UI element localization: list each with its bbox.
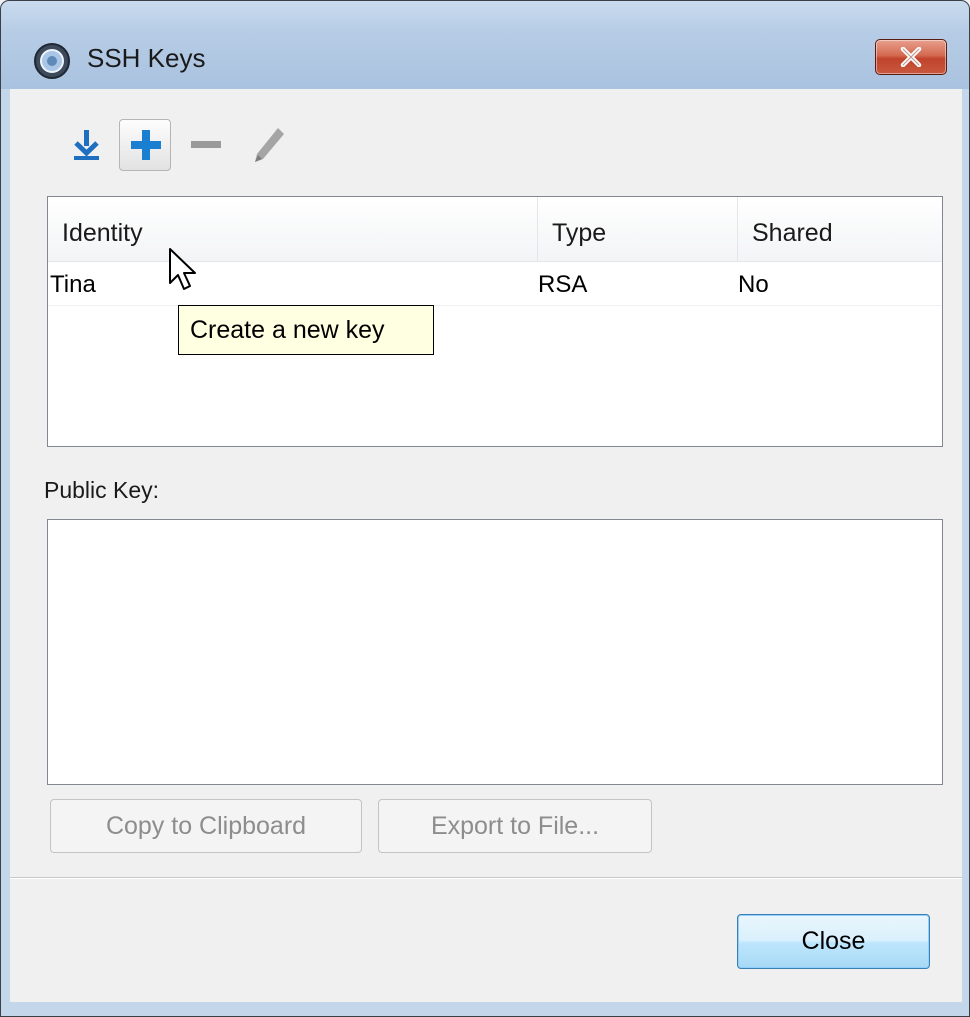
cell-type: RSA bbox=[538, 271, 588, 298]
close-icon bbox=[900, 47, 922, 67]
public-key-textarea[interactable] bbox=[47, 519, 943, 785]
dialog-client-area: Identity Type Shared Tina RSA No Public … bbox=[10, 89, 962, 1002]
public-key-label: Public Key: bbox=[44, 477, 160, 503]
tooltip: Create a new key bbox=[178, 305, 434, 355]
pencil-icon bbox=[255, 128, 284, 162]
plus-icon bbox=[131, 130, 161, 160]
remove-key-button[interactable] bbox=[180, 119, 232, 171]
window-close-button[interactable] bbox=[875, 39, 947, 75]
import-key-button[interactable] bbox=[60, 119, 112, 171]
ssh-keys-window: SSH Keys Identity Type Shared Tina RSA N… bbox=[0, 0, 970, 1017]
app-icon bbox=[33, 42, 71, 85]
download-icon bbox=[74, 130, 99, 160]
column-header-identity[interactable]: Identity bbox=[48, 197, 538, 261]
close-button[interactable]: Close bbox=[737, 914, 930, 969]
mouse-pointer-icon bbox=[168, 247, 202, 300]
copy-to-clipboard-button[interactable]: Copy to Clipboard bbox=[50, 799, 362, 853]
column-header-shared[interactable]: Shared bbox=[738, 197, 938, 261]
cell-identity: Tina bbox=[50, 271, 96, 298]
title-bar[interactable]: SSH Keys bbox=[1, 1, 969, 89]
divider-highlight bbox=[10, 878, 962, 879]
window-title: SSH Keys bbox=[87, 43, 206, 73]
add-key-button[interactable] bbox=[119, 119, 171, 171]
export-to-file-button[interactable]: Export to File... bbox=[378, 799, 652, 853]
column-header-type[interactable]: Type bbox=[538, 197, 738, 261]
cell-shared: No bbox=[738, 271, 769, 298]
minus-icon bbox=[191, 141, 221, 148]
edit-key-button[interactable] bbox=[242, 119, 294, 171]
